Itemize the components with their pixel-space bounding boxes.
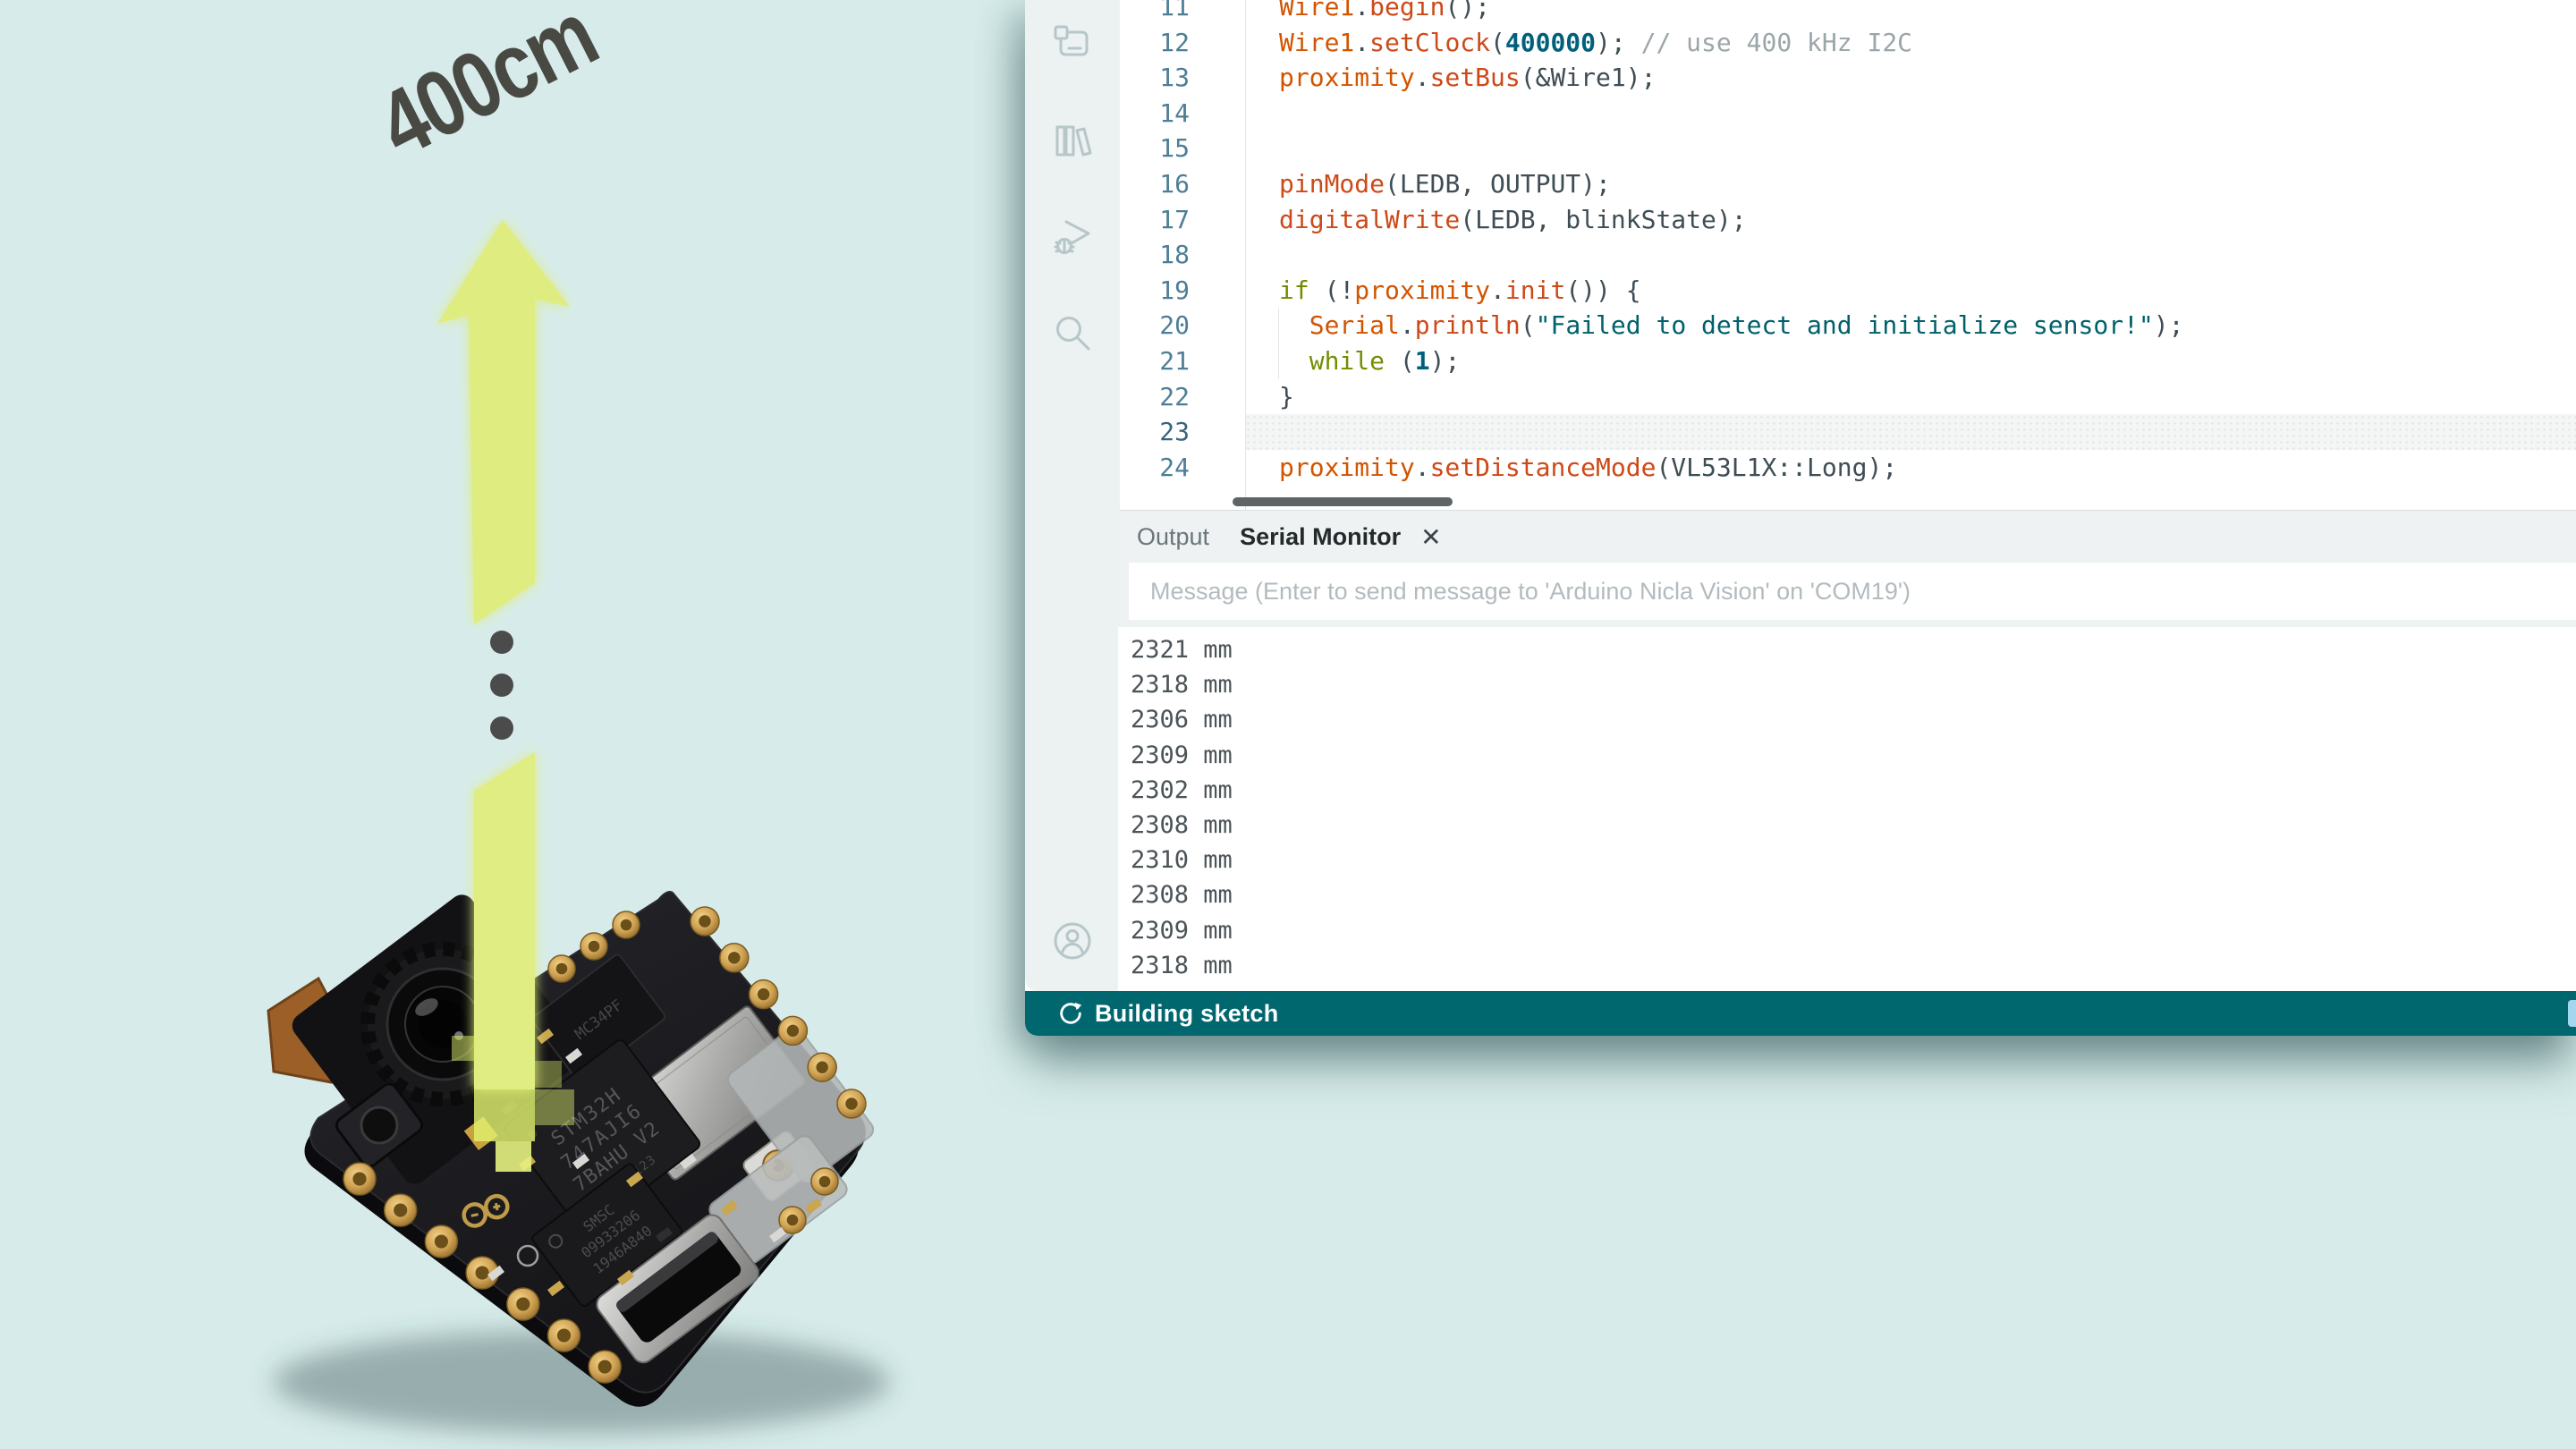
tab-output[interactable]: Output <box>1137 523 1209 551</box>
serial-output-line: 2309 mm <box>1131 913 2576 948</box>
serial-output-line: 2321 mm <box>1131 632 2576 667</box>
code-line[interactable]: 23 <box>1120 414 2576 450</box>
code-text: while (1); <box>1245 343 2576 379</box>
code-line[interactable]: 24proximity.setDistanceMode(VL53L1X::Lon… <box>1120 450 2576 486</box>
serial-output-line: 2309 mm <box>1131 738 2576 773</box>
code-text: digitalWrite(LEDB, blinkState); <box>1245 202 2576 238</box>
library-manager-icon[interactable] <box>1051 120 1094 163</box>
account-icon[interactable] <box>1051 919 1094 962</box>
serial-output-line: 2302 mm <box>1131 773 2576 808</box>
line-number: 16 <box>1120 166 1245 202</box>
code-text <box>1245 96 2576 131</box>
code-text: Serial.println("Failed to detect and ini… <box>1245 308 2576 343</box>
serial-output-line: 2310 mm <box>1131 843 2576 877</box>
line-number: 21 <box>1120 343 1245 379</box>
code-line[interactable]: 16pinMode(LEDB, OUTPUT); <box>1120 166 2576 202</box>
code-line[interactable]: 18 <box>1120 237 2576 273</box>
close-tab-icon[interactable]: ✕ <box>1420 522 1441 552</box>
line-number: 11 <box>1120 0 1245 25</box>
code-line[interactable]: 15 <box>1120 131 2576 166</box>
panel-tabbar: Output Serial Monitor✕ <box>1120 511 2576 563</box>
line-number: 20 <box>1120 308 1245 343</box>
code-line[interactable]: 11Wire1.begin(); <box>1120 0 2576 25</box>
code-line[interactable]: 20 Serial.println("Failed to detect and … <box>1120 308 2576 343</box>
serial-output-line: 2308 mm <box>1131 877 2576 912</box>
code-text: Wire1.setClock(400000); // use 400 kHz I… <box>1245 25 2576 61</box>
code-text: pinMode(LEDB, OUTPUT); <box>1245 166 2576 202</box>
arrow-shaft-upper <box>469 299 535 624</box>
serial-message-input[interactable] <box>1129 563 2576 620</box>
serial-output-line: 2318 mm <box>1131 948 2576 983</box>
code-text: Wire1.begin(); <box>1245 0 2576 25</box>
code-text <box>1245 237 2576 273</box>
code-text: proximity.setBus(&Wire1); <box>1245 60 2576 96</box>
arrow-shaft-lower <box>474 752 535 1089</box>
serial-output-line: 2306 mm <box>1131 702 2576 737</box>
code-text: if (!proximity.init()) { <box>1245 273 2576 309</box>
code-line[interactable]: 13proximity.setBus(&Wire1); <box>1120 60 2576 96</box>
status-right-sliver[interactable] <box>2568 1000 2576 1027</box>
code-line[interactable]: 14 <box>1120 96 2576 131</box>
search-icon[interactable] <box>1051 311 1094 354</box>
code-line[interactable]: 12Wire1.setClock(400000); // use 400 kHz… <box>1120 25 2576 61</box>
line-number: 23 <box>1120 414 1245 450</box>
code-line[interactable]: 21 while (1); <box>1120 343 2576 379</box>
serial-output-line: 2318 mm <box>1131 667 2576 702</box>
line-number: 13 <box>1120 60 1245 96</box>
bottom-panel: OutputSerial Monitor✕ 2321 mm2318 mm2306… <box>1120 510 2576 992</box>
code-line[interactable]: 17digitalWrite(LEDB, blinkState); <box>1120 202 2576 238</box>
status-bar: Building sketch <box>1025 991 2576 1036</box>
activity-sidebar <box>1025 0 1120 991</box>
boards-manager-icon[interactable] <box>1051 21 1094 64</box>
code-lines: 11Wire1.begin();12Wire1.setClock(400000)… <box>1120 0 2576 485</box>
status-label: Building sketch <box>1095 1000 1279 1028</box>
line-number: 18 <box>1120 237 1245 273</box>
gutter-divider <box>1245 0 1246 510</box>
line-number: 17 <box>1120 202 1245 238</box>
code-text <box>1245 131 2576 166</box>
code-line[interactable]: 19if (!proximity.init()) { <box>1120 273 2576 309</box>
line-number: 22 <box>1120 379 1245 415</box>
tab-serial-monitor[interactable]: Serial Monitor✕ <box>1240 522 1442 552</box>
line-number: 24 <box>1120 450 1245 486</box>
code-text: } <box>1245 379 2576 415</box>
screenshot-scene: 400cm <box>0 0 2576 1449</box>
serial-output-line: 2308 mm <box>1131 808 2576 843</box>
arduino-ide-window: 11Wire1.begin();12Wire1.setClock(400000)… <box>1025 0 2576 1036</box>
code-text <box>1245 414 2576 450</box>
line-number: 19 <box>1120 273 1245 309</box>
code-text: proximity.setDistanceMode(VL53L1X::Long)… <box>1245 450 2576 486</box>
code-editor[interactable]: 11Wire1.begin();12Wire1.setClock(400000)… <box>1120 0 2576 511</box>
indent-guide <box>1278 308 1279 379</box>
horizontal-scrollbar[interactable] <box>1233 497 1453 506</box>
line-number: 15 <box>1120 131 1245 166</box>
code-line[interactable]: 22} <box>1120 379 2576 415</box>
debug-icon[interactable] <box>1051 216 1094 258</box>
serial-monitor-output[interactable]: 2321 mm2318 mm2306 mm2309 mm2302 mm2308 … <box>1118 627 2576 992</box>
arrow-dots <box>490 631 513 740</box>
sync-icon <box>1057 1000 1084 1027</box>
line-number: 14 <box>1120 96 1245 131</box>
line-number: 12 <box>1120 25 1245 61</box>
